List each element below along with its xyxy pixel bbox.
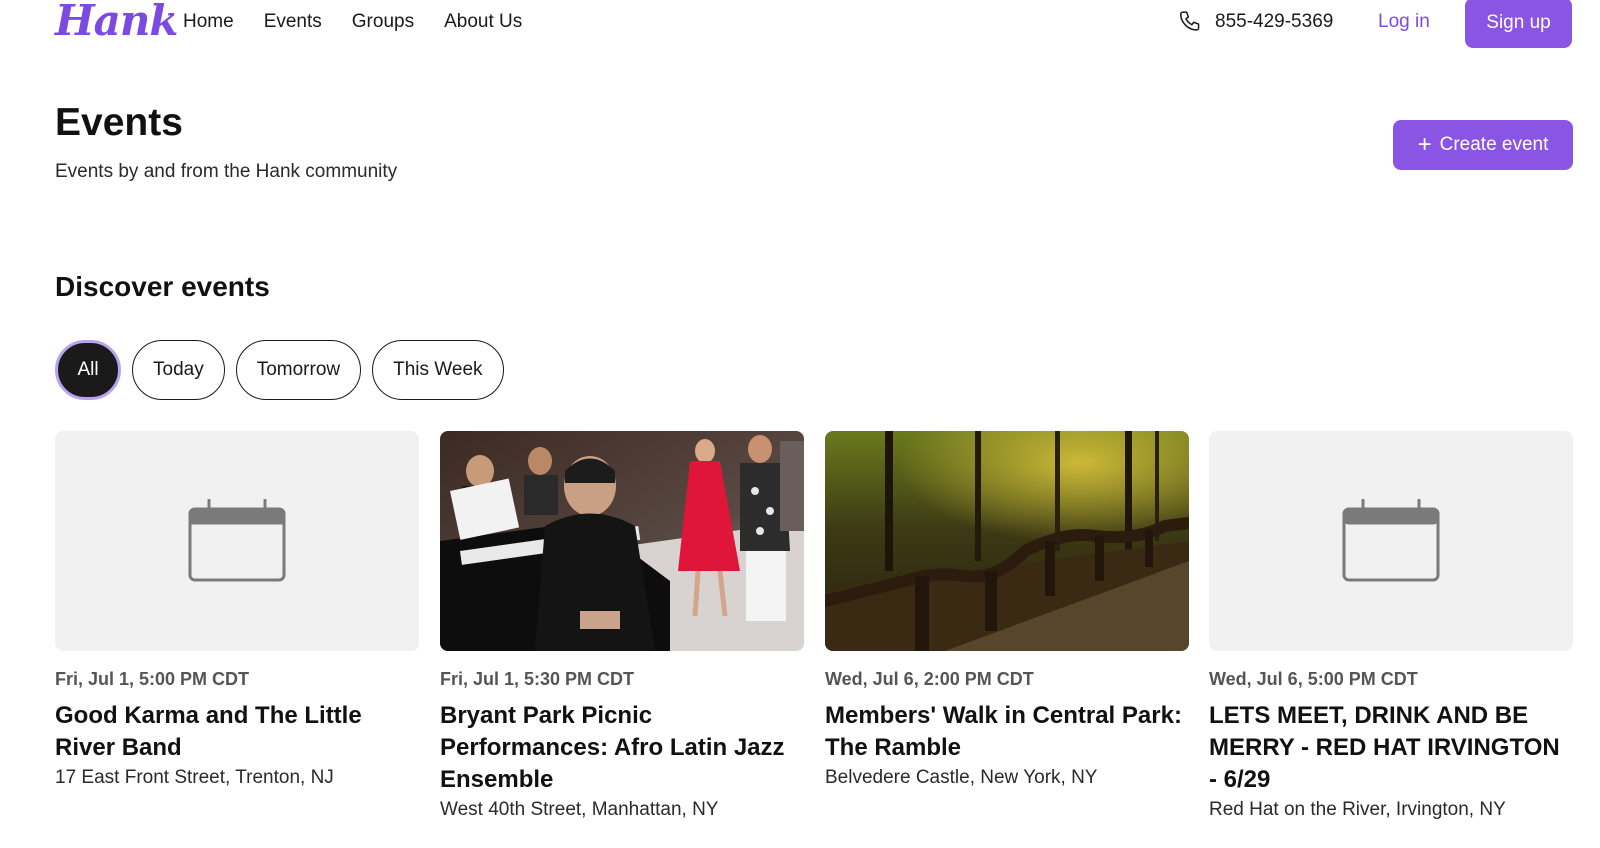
nav-groups[interactable]: Groups bbox=[352, 11, 414, 33]
event-card[interactable]: Fri, Jul 1, 5:30 PM CDT Bryant Park Picn… bbox=[440, 431, 804, 821]
nav-events[interactable]: Events bbox=[264, 11, 322, 33]
event-thumbnail[interactable] bbox=[55, 431, 419, 651]
signup-button[interactable]: Sign up bbox=[1465, 0, 1572, 48]
section-title: Discover events bbox=[55, 271, 270, 302]
event-title[interactable]: LETS MEET, DRINK AND BE MERRY - RED HAT … bbox=[1209, 700, 1573, 796]
filter-today[interactable]: Today bbox=[132, 340, 225, 400]
filter-this-week[interactable]: This Week bbox=[372, 340, 504, 400]
site-header: Hank Home Events Groups About Us 855-429… bbox=[0, 0, 1600, 48]
phone-contact[interactable]: 855-429-5369 bbox=[1177, 8, 1333, 36]
phone-number[interactable]: 855-429-5369 bbox=[1215, 11, 1333, 33]
event-date: Fri, Jul 1, 5:30 PM CDT bbox=[440, 669, 635, 689]
event-title[interactable]: Good Karma and The Little River Band bbox=[55, 700, 419, 764]
login-link[interactable]: Log in bbox=[1378, 11, 1430, 33]
event-location: Red Hat on the River, Irvington, NY bbox=[1209, 799, 1506, 820]
event-location: West 40th Street, Manhattan, NY bbox=[440, 799, 719, 820]
page-subtitle: Events by and from the Hank community bbox=[55, 161, 398, 182]
main-nav: Home Events Groups About Us bbox=[183, 11, 552, 33]
nav-home[interactable]: Home bbox=[183, 11, 234, 33]
hank-logo[interactable]: Hank bbox=[55, 0, 179, 45]
event-location: Belvedere Castle, New York, NY bbox=[825, 767, 1098, 788]
nav-about-us[interactable]: About Us bbox=[444, 11, 522, 33]
event-card[interactable]: Wed, Jul 6, 5:00 PM CDT LETS MEET, DRINK… bbox=[1209, 431, 1573, 821]
create-event-label: Create event bbox=[1439, 134, 1549, 155]
plus-icon: + bbox=[1417, 131, 1432, 158]
event-title[interactable]: Bryant Park Picnic Performances: Afro La… bbox=[440, 700, 804, 796]
filter-tomorrow[interactable]: Tomorrow bbox=[235, 340, 362, 400]
create-event-button[interactable]: + Create event bbox=[1393, 120, 1573, 170]
event-card[interactable]: Wed, Jul 6, 2:00 PM CDT Members' Walk in… bbox=[825, 431, 1189, 789]
page-title: Events bbox=[55, 101, 183, 144]
forest-path-image bbox=[825, 431, 1189, 651]
event-thumbnail[interactable] bbox=[825, 431, 1189, 651]
calendar-icon bbox=[1342, 499, 1440, 582]
calendar-icon bbox=[188, 499, 286, 582]
event-date: Fri, Jul 1, 5:00 PM CDT bbox=[55, 669, 250, 689]
event-card[interactable]: Fri, Jul 1, 5:00 PM CDT Good Karma and T… bbox=[55, 431, 419, 789]
filter-chips: All Today Tomorrow This Week bbox=[55, 340, 515, 400]
event-date: Wed, Jul 6, 2:00 PM CDT bbox=[825, 669, 1034, 689]
event-thumbnail[interactable] bbox=[440, 431, 804, 651]
event-thumbnail[interactable] bbox=[1209, 431, 1573, 651]
event-title[interactable]: Members' Walk in Central Park: The Rambl… bbox=[825, 700, 1189, 764]
event-cards: Fri, Jul 1, 5:00 PM CDT Good Karma and T… bbox=[55, 431, 1573, 831]
jazz-performance-image bbox=[440, 431, 804, 651]
event-location: 17 East Front Street, Trenton, NJ bbox=[55, 767, 334, 788]
filter-all[interactable]: All bbox=[55, 340, 121, 400]
phone-icon bbox=[1179, 11, 1200, 31]
event-date: Wed, Jul 6, 5:00 PM CDT bbox=[1209, 669, 1418, 689]
